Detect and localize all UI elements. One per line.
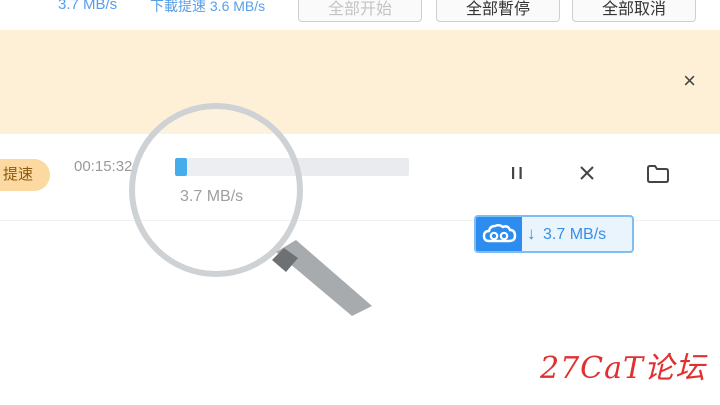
- total-speed: 3.7 MB/s: [58, 0, 118, 13]
- pause-all-button[interactable]: 全部暫停: [436, 0, 560, 22]
- folder-icon[interactable]: [646, 164, 670, 189]
- watermark: 27CaT论坛: [540, 351, 707, 386]
- pause-icon[interactable]: [508, 164, 526, 187]
- accelerate-badge[interactable]: 提速: [0, 159, 50, 191]
- start-all-button[interactable]: 全部开始: [298, 0, 422, 22]
- download-progress-fill: [175, 158, 187, 176]
- download-speed: 下載提速 3.6 MB/s: [150, 0, 266, 14]
- cancel-all-button[interactable]: 全部取消: [572, 0, 696, 22]
- download-arrow-icon: ↓: [527, 224, 536, 243]
- notice-banner: ×: [0, 30, 720, 134]
- toolbar: 3.7 MB/s 下載提速 3.6 MB/s 全部开始 全部暫停 全部取消: [0, 0, 720, 30]
- download-row: 提速 00:15:32 3.7 MB/s: [0, 134, 720, 221]
- row-speed: 3.7 MB/s: [180, 188, 244, 205]
- accelerate-speed-value: 3.7 MB/s: [543, 226, 607, 243]
- banner-close-icon[interactable]: ×: [683, 70, 696, 92]
- accelerate-speed-widget[interactable]: ↓ 3.7 MB/s: [474, 215, 634, 253]
- cloud-accelerate-icon: [476, 217, 522, 251]
- download-progress-bar: [175, 158, 409, 176]
- close-icon[interactable]: [578, 164, 596, 187]
- time-remaining: 00:15:32: [74, 158, 133, 175]
